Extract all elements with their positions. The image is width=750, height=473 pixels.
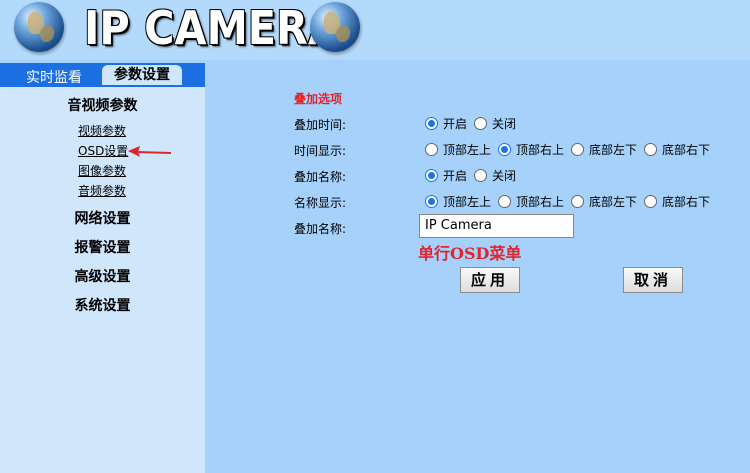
radio-button[interactable] <box>474 169 488 182</box>
radio-button[interactable] <box>571 143 585 156</box>
radio-button[interactable] <box>425 169 438 182</box>
globe-icon <box>310 2 360 52</box>
time-display-radio-group: 顶部左上 顶部右上 底部左下 底部右下 <box>425 141 717 158</box>
sidebar-item-system[interactable]: 系统设置 <box>0 295 205 315</box>
radio-button[interactable] <box>571 195 585 208</box>
radio-button[interactable] <box>498 143 512 156</box>
sidebar-item-advanced[interactable]: 高级设置 <box>0 266 205 286</box>
sidebar-subitem-video[interactable]: 视频参数 <box>78 122 126 139</box>
radio-button[interactable] <box>644 195 658 208</box>
sidebar-subitem-osd[interactable]: OSD设置 <box>78 142 128 159</box>
overlay-time-radio-group: 开启 关闭 <box>425 115 523 132</box>
header-banner: IP CAMERA <box>0 0 750 60</box>
name-display-label: 名称显示: <box>294 196 347 210</box>
radio-option[interactable]: 顶部右上 <box>498 141 564 158</box>
sidebar-subitem-image[interactable]: 图像参数 <box>78 162 126 179</box>
sidebar-subitem-audio[interactable]: 音频参数 <box>78 182 126 199</box>
radio-option[interactable]: 顶部右上 <box>498 193 564 210</box>
radio-button[interactable] <box>498 195 512 208</box>
overlay-name-label: 叠加名称: <box>294 170 347 184</box>
apply-button[interactable]: 应用 <box>460 267 520 293</box>
single-line-osd-annotation: 单行OSD菜单 <box>418 244 522 263</box>
overlay-time-label: 叠加时间: <box>294 118 347 132</box>
radio-option[interactable]: 开启 <box>425 167 467 184</box>
tab-live-view[interactable]: 实时监看 <box>26 67 82 87</box>
overlay-name-text-label: 叠加名称: <box>294 222 347 236</box>
time-display-label: 时间显示: <box>294 144 347 158</box>
overlay-name-input[interactable]: IP Camera <box>419 214 574 238</box>
radio-option[interactable]: 关闭 <box>474 167 516 184</box>
radio-option[interactable]: 底部右下 <box>644 141 710 158</box>
radio-button[interactable] <box>425 143 438 156</box>
sidebar-item-av-params[interactable]: 音视频参数 <box>0 95 205 115</box>
top-tab-bar: 实时监看 参数设置 <box>0 63 205 87</box>
radio-button[interactable] <box>425 195 438 208</box>
overlay-name-radio-group: 开启 关闭 <box>425 167 523 184</box>
cancel-button[interactable]: 取消 <box>623 267 683 293</box>
tab-parameter-settings[interactable]: 参数设置 <box>102 65 182 85</box>
name-display-radio-group: 顶部左上 顶部右上 底部左下 底部右下 <box>425 193 717 210</box>
sidebar-item-network[interactable]: 网络设置 <box>0 208 205 228</box>
radio-button[interactable] <box>425 117 438 130</box>
globe-icon <box>14 2 64 52</box>
radio-button[interactable] <box>474 117 488 130</box>
section-title: 叠加选项 <box>294 92 343 106</box>
radio-option[interactable]: 顶部左上 <box>425 141 491 158</box>
radio-option[interactable]: 开启 <box>425 115 467 132</box>
brand-title: IP CAMERA <box>84 1 340 55</box>
radio-option[interactable]: 顶部左上 <box>425 193 491 210</box>
radio-option[interactable]: 底部左下 <box>571 193 637 210</box>
radio-option[interactable]: 底部左下 <box>571 141 637 158</box>
radio-option[interactable]: 关闭 <box>474 115 516 132</box>
radio-option[interactable]: 底部右下 <box>644 193 710 210</box>
pointer-arrow-icon <box>128 146 172 157</box>
sidebar-item-alarm[interactable]: 报警设置 <box>0 237 205 257</box>
radio-button[interactable] <box>644 143 658 156</box>
